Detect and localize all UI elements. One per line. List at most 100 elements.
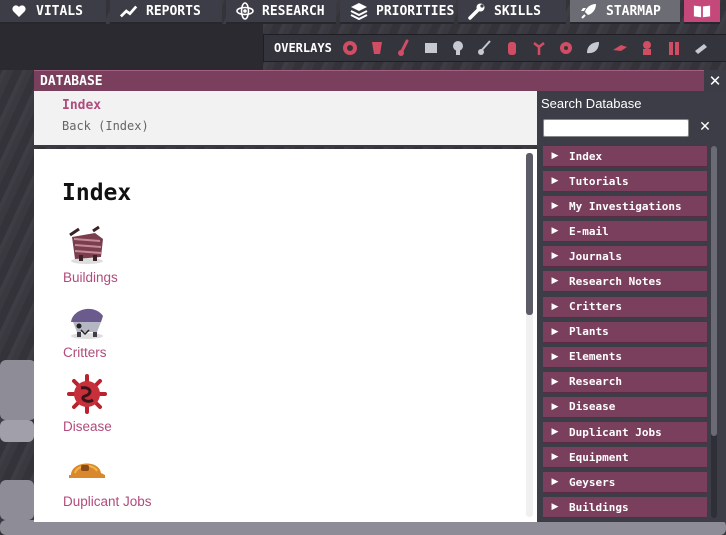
category-equipment[interactable]: ▶ Equipment: [543, 447, 707, 469]
entry-label-disease: Disease: [63, 419, 112, 434]
heart-icon: [10, 2, 28, 20]
category-buildings[interactable]: ▶ Buildings: [543, 497, 707, 519]
database-sidebar: Search Database ✕ ▶ Index ▶ Tutorials ▶ My …: [537, 91, 726, 522]
category-scrollbar-thumb[interactable]: [711, 146, 717, 436]
category-label: Plants: [569, 325, 609, 339]
index-entry-duplicant-jobs[interactable]: Duplicant Jobs: [63, 446, 263, 509]
entry-label-critters: Critters: [63, 345, 107, 360]
rock-tile: [0, 360, 36, 420]
overlays-label: OVERLAYS: [274, 41, 332, 55]
category-label: Research: [569, 375, 622, 389]
materials-overlay-icon[interactable]: [421, 38, 442, 59]
atom-icon: [236, 2, 254, 20]
plumbing-overlay-icon[interactable]: [475, 38, 496, 59]
breadcrumb-current: Index: [62, 98, 102, 113]
index-entry-disease[interactable]: Disease: [63, 371, 263, 434]
category-elements[interactable]: ▶ Elements: [543, 346, 707, 368]
exosuit-overlay-icon[interactable]: [637, 38, 658, 59]
database-window: DATABASE ✕ Index Back (Index) Index Buil…: [34, 70, 726, 522]
reports-label: REPORTS: [146, 3, 201, 19]
expand-arrow-icon: ▶: [551, 351, 559, 362]
category-plants[interactable]: ▶ Plants: [543, 321, 707, 343]
vitals-label: VITALS: [36, 3, 83, 19]
category-duplicant-jobs[interactable]: ▶ Duplicant Jobs: [543, 422, 707, 444]
category-geysers[interactable]: ▶ Geysers: [543, 472, 707, 494]
skills-button[interactable]: SKILLS: [458, 0, 566, 24]
category-my-investigations[interactable]: ▶ My Investigations: [543, 196, 707, 218]
category-research-notes[interactable]: ▶ Research Notes: [543, 271, 707, 293]
search-input[interactable]: [543, 119, 689, 137]
category-tutorials[interactable]: ▶ Tutorials: [543, 171, 707, 193]
entry-label-duplicant-jobs: Duplicant Jobs: [63, 494, 152, 509]
category-label: Disease: [569, 400, 616, 414]
back-button[interactable]: Back (Index): [62, 119, 537, 133]
database-title: DATABASE: [40, 73, 103, 89]
expand-arrow-icon: ▶: [551, 251, 559, 262]
wrench-icon: [468, 2, 486, 20]
category-label: Elements: [569, 350, 622, 364]
database-content: Index Buildings Critters Disease Duplica…: [34, 149, 537, 522]
close-button[interactable]: ✕: [704, 70, 726, 91]
reports-button[interactable]: REPORTS: [110, 0, 222, 24]
expand-arrow-icon: ▶: [551, 176, 559, 187]
category-label: Critters: [569, 300, 622, 314]
category-label: Journals: [569, 249, 622, 263]
codex-button[interactable]: [684, 0, 720, 24]
search-clear-button[interactable]: ✕: [695, 117, 715, 137]
stack-icon: [350, 2, 368, 20]
category-label: My Investigations: [569, 199, 682, 213]
power-overlay-icon[interactable]: [367, 38, 388, 59]
expand-arrow-icon: ▶: [551, 502, 559, 513]
light-overlay-icon[interactable]: [448, 38, 469, 59]
vitals-button[interactable]: VITALS: [0, 0, 106, 24]
expand-arrow-icon: ▶: [551, 401, 559, 412]
germ-icon: [63, 371, 111, 417]
decor-overlay-icon[interactable]: [583, 38, 604, 59]
conveyor-overlay-icon[interactable]: [691, 38, 712, 59]
temperature-overlay-icon[interactable]: [394, 38, 415, 59]
expand-arrow-icon: ▶: [551, 226, 559, 237]
automation-overlay-icon[interactable]: [664, 38, 685, 59]
database-navigation: Index Back (Index): [34, 91, 537, 147]
starmap-label: STARMAP: [606, 3, 661, 19]
category-index[interactable]: ▶ Index: [543, 146, 707, 167]
germs-overlay-icon[interactable]: [556, 38, 577, 59]
chart-line-icon: [120, 2, 138, 20]
oxygen-overlay-icon[interactable]: [340, 38, 361, 59]
critter-icon: [63, 297, 111, 343]
content-scrollbar-thumb[interactable]: [526, 153, 533, 315]
starmap-button[interactable]: STARMAP: [570, 0, 680, 24]
index-entry-critters[interactable]: Critters: [63, 297, 263, 360]
category-journals[interactable]: ▶ Journals: [543, 246, 707, 268]
overlays-bar: OVERLAYS: [263, 34, 726, 62]
ventilation-overlay-icon[interactable]: [502, 38, 523, 59]
priorities-button[interactable]: PRIORITIES: [340, 0, 454, 24]
priorities-label: PRIORITIES: [376, 3, 455, 19]
category-list: ▶ Index ▶ Tutorials ▶ My Investigations ▶ E-…: [543, 146, 707, 520]
expand-arrow-icon: ▶: [551, 301, 559, 312]
expand-arrow-icon: ▶: [551, 201, 559, 212]
category-disease[interactable]: ▶ Disease: [543, 396, 707, 418]
clear-icon: ✕: [699, 119, 711, 135]
category-critters[interactable]: ▶ Critters: [543, 296, 707, 318]
farming-overlay-icon[interactable]: [529, 38, 550, 59]
category-label: Equipment: [569, 450, 629, 464]
rooms-overlay-icon[interactable]: [610, 38, 631, 59]
rock-tile: [0, 480, 34, 520]
close-icon: ✕: [708, 71, 722, 90]
skills-label: SKILLS: [494, 3, 541, 19]
buildings-icon: [63, 222, 111, 268]
category-label: Tutorials: [569, 174, 629, 188]
search-label: Search Database: [541, 96, 642, 111]
category-e-mail[interactable]: ▶ E-mail: [543, 221, 707, 243]
expand-arrow-icon: ▶: [551, 326, 559, 337]
rocket-icon: [580, 2, 598, 20]
category-label: Geysers: [569, 475, 616, 489]
category-label: E-mail: [569, 224, 609, 238]
hard-hat-icon: [63, 446, 111, 492]
research-button[interactable]: RESEARCH: [226, 0, 336, 24]
index-entry-buildings[interactable]: Buildings: [63, 222, 263, 285]
category-research[interactable]: ▶ Research: [543, 371, 707, 393]
research-label: RESEARCH: [262, 3, 325, 19]
rock-tile: [0, 520, 726, 535]
